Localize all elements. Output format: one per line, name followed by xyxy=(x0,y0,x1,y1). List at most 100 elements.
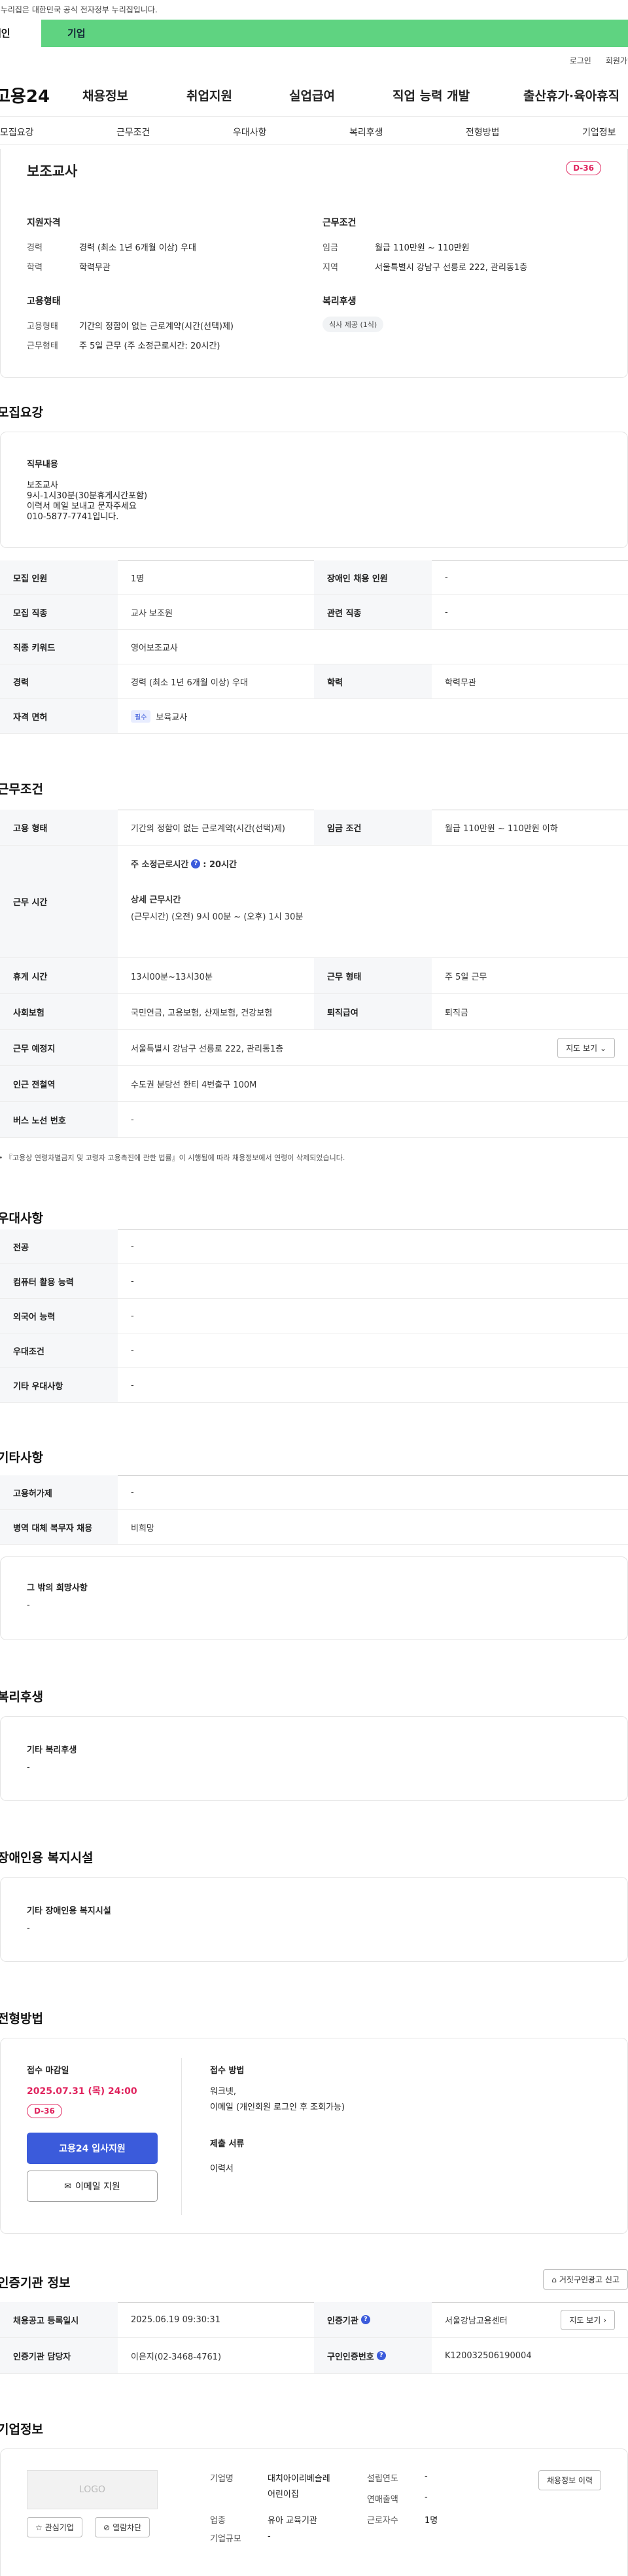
nav-item-employment-support[interactable]: 취업지원 xyxy=(186,86,232,104)
summary-card: 보조교사 D-36 지원자격 경력 경력 (최소 1년 6개월 이상) 우대 학… xyxy=(0,149,628,378)
education-label: 학력 xyxy=(27,263,43,273)
table-row: 전공 - xyxy=(0,1229,628,1264)
disability-box-title: 기타 장애인용 복지시설 xyxy=(27,1906,111,1916)
table-cell: 필수 보육교사 xyxy=(118,699,628,733)
weekly-hours-label: 주 소정근로시간 xyxy=(131,860,189,870)
table-cell: 2025.06.19 09:30:31 xyxy=(131,2314,220,2325)
table-row: 외국어 능력 - xyxy=(0,1299,628,1333)
table-header: 채용공고 등록일시 xyxy=(0,2302,118,2337)
other-wishes-value: - xyxy=(27,1600,30,1610)
global-nav: 고용24 채용정보 취업지원 실업급여 직업 능력 개발 출산휴가·육아휴직 xyxy=(0,73,628,116)
tab-company[interactable]: 기업정보 xyxy=(582,126,616,139)
table-cell: 월급 110만원 ~ 110만원 이하 xyxy=(445,823,558,834)
documents-label: 제출 서류 xyxy=(210,2139,245,2149)
wage-label: 임금 xyxy=(323,243,338,253)
welfare-box: 기타 복리후생 - xyxy=(0,1716,628,1801)
chevron-down-icon: ⌄ xyxy=(599,1043,606,1053)
tab-recruit[interactable]: 모집요강 xyxy=(0,126,34,139)
logo[interactable]: 고용24 xyxy=(0,83,50,107)
map-button[interactable]: 지도 보기 ⌄ xyxy=(557,1037,615,1058)
table-cell: 학력무관 xyxy=(445,678,476,688)
nav-item-training[interactable]: 직업 능력 개발 xyxy=(392,86,470,104)
info-icon[interactable]: ? xyxy=(376,2351,386,2360)
table-header: 경력 xyxy=(0,664,118,698)
table-row: 우대조건 - xyxy=(0,1333,628,1368)
block-icon: ⊘ xyxy=(103,2522,111,2532)
other-wishes-title: 그 밖의 희망사항 xyxy=(27,1583,88,1593)
table-cell: K120032506190004 xyxy=(445,2350,532,2361)
tab-individual[interactable]: 개인 xyxy=(0,20,41,47)
info-icon[interactable]: ? xyxy=(191,859,201,868)
conditions-section-title: 근무조건 xyxy=(0,782,43,797)
block-label: 열람차단 xyxy=(113,2523,142,2532)
table-header: 근무 형태 xyxy=(314,958,432,993)
worktype-label: 근무형태 xyxy=(27,341,58,351)
auth-no-label: 구인인증번호 xyxy=(327,2352,374,2362)
gov-notice: 이 누리집은 대한민국 공식 전자정부 누리집입니다. xyxy=(0,5,158,14)
table-row: 휴게 시간 13시00분~13시30분 근무 형태 주 5일 근무 xyxy=(0,958,628,994)
tab-selection[interactable]: 전형방법 xyxy=(466,126,500,139)
table-header: 인증기관 담당자 xyxy=(0,2338,118,2373)
table-header: 컴퓨터 활용 능력 xyxy=(0,1264,118,1298)
table-header: 관련 직종 xyxy=(314,595,432,629)
table-row: 경력 경력 (최소 1년 6개월 이상) 우대 학력 학력무관 xyxy=(0,664,628,699)
apply-button[interactable]: 고용24 입사지원 xyxy=(27,2133,158,2164)
required-chip: 필수 xyxy=(131,710,151,723)
table-cell: - xyxy=(131,1311,134,1321)
tab-conditions[interactable]: 근무조건 xyxy=(116,126,150,139)
selection-box: 접수 마감일 2025.07.31 (목) 24:00 D-36 고용24 입사… xyxy=(0,2038,628,2234)
size-label: 기업규모 xyxy=(210,2534,241,2544)
company-name-label: 기업명 xyxy=(210,2474,234,2484)
agency-map-button[interactable]: 지도 보기 › xyxy=(561,2309,615,2330)
table-header: 버스 노선 번호 xyxy=(0,1102,118,1137)
dday-badge: D-36 xyxy=(27,2104,62,2118)
table-cell: 1명 xyxy=(131,574,145,584)
career-value: 경력 (최소 1년 6개월 이상) 우대 xyxy=(79,243,196,253)
email-apply-button[interactable]: ✉ 이메일 지원 xyxy=(27,2171,158,2202)
apply-button-label: 고용24 입사지원 xyxy=(59,2144,126,2154)
tab-preference[interactable]: 우대사항 xyxy=(233,126,267,139)
license-value: 보육교사 xyxy=(156,712,188,723)
tab-welfare[interactable]: 복리후생 xyxy=(349,126,383,139)
weekly-hours: 주 소정근로시간 ? : 20시간 xyxy=(131,857,237,870)
table-row: 근무 예정지 서울특별시 강남구 선릉로 222, 관리동1층 지도 보기 ⌄ xyxy=(0,1030,628,1066)
table-header: 자격 면허 xyxy=(0,699,118,733)
block-button[interactable]: ⊘ 열람차단 xyxy=(95,2517,150,2537)
signup-link[interactable]: 회원가입 xyxy=(606,55,628,66)
table-header: 휴게 시간 xyxy=(0,958,118,993)
sales-label: 연매출액 xyxy=(367,2495,398,2505)
table-cell: - xyxy=(445,607,448,617)
tab-corporate[interactable]: 기업 xyxy=(41,20,628,47)
hiring-history-button[interactable]: 채용정보 이력 xyxy=(538,2470,601,2490)
nav-item-unemployment-benefit[interactable]: 실업급여 xyxy=(289,86,335,104)
weekly-hours-value: : 20시간 xyxy=(203,860,237,870)
agency-section-title: 인증기관 정보 xyxy=(0,2276,71,2290)
employees-label: 근로자수 xyxy=(367,2516,398,2526)
wage-value: 월급 110만원 ~ 110만원 xyxy=(375,243,470,253)
welfare-box-value: - xyxy=(27,1762,30,1772)
agency-map-wrap: 지도 보기 › xyxy=(550,2309,628,2330)
agency-map-label: 지도 보기 xyxy=(569,2315,601,2325)
table-row: 인근 전철역 수도권 분당선 한티 4번출구 100M xyxy=(0,1066,628,1102)
job-description-box: 직무내용 보조교사 9시-1시30분(30분휴게시간포함) 이력서 메일 보내고… xyxy=(0,432,628,548)
table-cell: 영어보조교사 xyxy=(131,643,178,653)
recruit-section-title: 모집요강 xyxy=(0,405,43,420)
table-cell: 국민연금, 고용보험, 산재보험, 건강보험 xyxy=(131,1008,273,1018)
table-header: 우대조건 xyxy=(0,1333,118,1367)
table-cell: 수도권 분당선 한티 4번출구 100M xyxy=(131,1080,257,1090)
table-cell: 비희망 xyxy=(131,1523,154,1534)
nav-item-jobs[interactable]: 채용정보 xyxy=(82,86,128,104)
star-icon: ☆ xyxy=(35,2522,43,2532)
table-header: 모집 직종 xyxy=(0,595,118,629)
job-description-title: 직무내용 xyxy=(27,460,58,470)
table-header: 인증기관 ? xyxy=(314,2302,432,2337)
favorite-button[interactable]: ☆ 관심기업 xyxy=(27,2517,82,2537)
nav-item-parental-leave[interactable]: 출산휴가·육아휴직 xyxy=(523,86,619,104)
table-row: 채용공고 등록일시 2025.06.19 09:30:31 인증기관 ? 서울강… xyxy=(0,2302,628,2338)
table-header: 외국어 능력 xyxy=(0,1299,118,1333)
region-value: 서울특별시 강남구 선릉로 222, 관리동1층 xyxy=(375,263,528,273)
info-icon[interactable]: ? xyxy=(360,2315,370,2324)
report-button[interactable]: ⌂ 거짓구인광고 신고 xyxy=(543,2269,628,2290)
table-cell: 교사 보조원 xyxy=(131,608,173,619)
login-link[interactable]: 로그인 xyxy=(570,55,591,66)
